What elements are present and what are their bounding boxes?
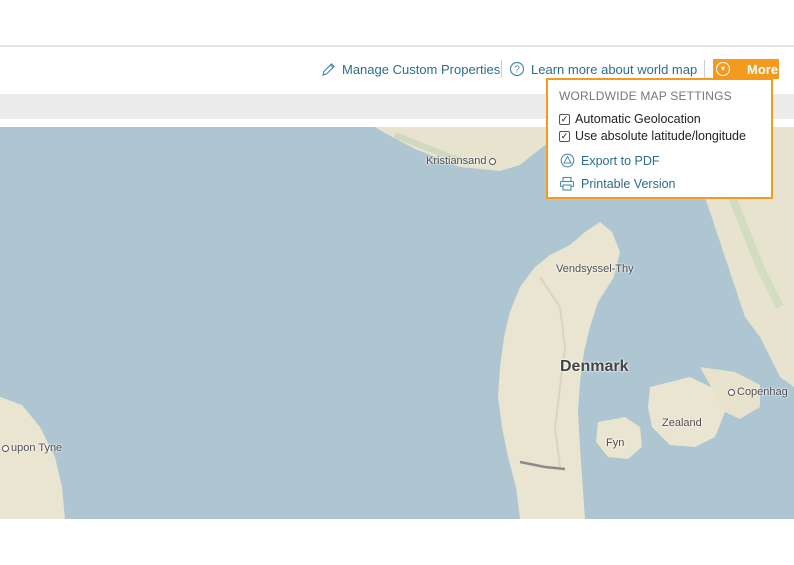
export-pdf-label: Export to PDF bbox=[581, 153, 660, 168]
automatic-geolocation-checkbox[interactable]: ✓ Automatic Geolocation bbox=[559, 112, 701, 126]
checkbox-checked-icon: ✓ bbox=[559, 130, 570, 142]
help-circle-icon: ? bbox=[509, 61, 525, 77]
more-dropdown-menu: WORLDWIDE MAP SETTINGS ✓ Automatic Geolo… bbox=[546, 78, 773, 199]
toolbar-divider bbox=[501, 60, 502, 78]
pencil-icon bbox=[321, 62, 336, 77]
automatic-geolocation-label: Automatic Geolocation bbox=[575, 112, 701, 126]
manage-custom-properties-link[interactable]: Manage Custom Properties bbox=[321, 60, 500, 78]
more-button[interactable]: ▾ More bbox=[713, 59, 779, 79]
manage-custom-properties-label: Manage Custom Properties bbox=[342, 61, 501, 77]
map-label-tyne: upon Tyne bbox=[0, 442, 62, 454]
svg-text:?: ? bbox=[514, 65, 520, 76]
map-label-fyn: Fyn bbox=[606, 437, 625, 449]
more-button-label: More bbox=[747, 61, 779, 77]
map-label-vendsyssel: Vendsyssel-Thy bbox=[556, 263, 634, 275]
pdf-icon bbox=[559, 153, 575, 168]
chevron-down-icon: ▾ bbox=[716, 62, 730, 76]
checkbox-checked-icon: ✓ bbox=[559, 113, 570, 125]
printable-version-link[interactable]: Printable Version bbox=[559, 176, 676, 191]
dropdown-section-title: WORLDWIDE MAP SETTINGS bbox=[559, 89, 732, 103]
map-label-kristiansand: Kristiansand bbox=[426, 155, 498, 167]
map-label-zealand: Zealand bbox=[662, 417, 702, 429]
printer-icon bbox=[559, 176, 575, 191]
map-label-copenhagen: Copenhag bbox=[726, 386, 788, 398]
absolute-lat-long-checkbox[interactable]: ✓ Use absolute latitude/longitude bbox=[559, 129, 746, 143]
toolbar-divider bbox=[704, 60, 705, 78]
learn-more-world-map-link[interactable]: ? Learn more about world map bbox=[509, 60, 697, 78]
export-pdf-link[interactable]: Export to PDF bbox=[559, 153, 660, 168]
learn-more-label: Learn more about world map bbox=[531, 61, 698, 77]
map-label-denmark: Denmark bbox=[560, 358, 629, 375]
absolute-lat-long-label: Use absolute latitude/longitude bbox=[575, 129, 746, 143]
header-area bbox=[0, 0, 794, 46]
header-divider bbox=[0, 45, 794, 47]
printable-version-label: Printable Version bbox=[581, 176, 676, 191]
